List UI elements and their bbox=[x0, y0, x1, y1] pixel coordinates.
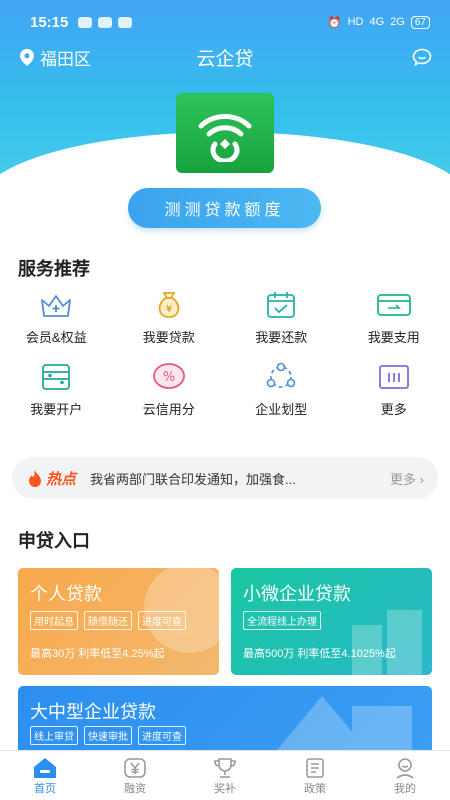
building-decoration bbox=[272, 696, 412, 756]
news-headline: 我省两部门联合印发通知，加强食... bbox=[90, 471, 296, 487]
battery-icon: 67 bbox=[410, 15, 430, 29]
status-bar: 15:15 ⏰ HD 4G 2G 67 bbox=[0, 0, 450, 44]
more-icon bbox=[375, 360, 413, 394]
loan-card-micro-enterprise[interactable]: 小微企业贷款 全流程线上办理 最高500万 利率低至4.1025%起 bbox=[231, 568, 432, 675]
building-decoration bbox=[352, 610, 422, 675]
money-bag-icon: ¥ bbox=[150, 288, 188, 322]
loan-card-large-enterprise[interactable]: 大中型企业贷款 线上审贷 快速审批 进度可查 bbox=[18, 686, 432, 756]
chevron-right-icon: › bbox=[419, 471, 424, 487]
tab-subsidy[interactable]: 奖补 bbox=[180, 751, 270, 800]
service-credit-score[interactable]: % 云信用分 bbox=[113, 360, 226, 420]
percent-icon: % bbox=[150, 360, 188, 394]
tab-label: 首页 bbox=[34, 782, 56, 795]
location-label: 福田区 bbox=[40, 49, 91, 69]
loan-card-tags: 线上审贷 快速审批 进度可查 bbox=[30, 726, 186, 745]
tab-label: 奖补 bbox=[214, 782, 236, 795]
location-pin-icon bbox=[20, 48, 34, 66]
bottom-tab-bar: 首页 融资 奖补 政策 我的 bbox=[0, 750, 450, 800]
service-more[interactable]: 更多 bbox=[338, 360, 450, 420]
tab-label: 融资 bbox=[124, 782, 146, 795]
battery-level: 67 bbox=[414, 16, 426, 28]
location-selector[interactable]: 福田区 bbox=[20, 45, 91, 70]
wifi-coin-icon bbox=[198, 114, 252, 162]
service-open-account[interactable]: 我要开户 bbox=[0, 360, 113, 420]
card-transfer-icon bbox=[375, 288, 413, 322]
hot-label: 热点 bbox=[46, 470, 77, 488]
news-ticker[interactable]: 热点 我省两部门联合印发通知，加强食... 更多 › bbox=[12, 457, 438, 499]
loan-card-desc: 最高30万 利率低至4.25%起 bbox=[30, 648, 165, 660]
tab-mine[interactable]: 我的 bbox=[360, 751, 450, 800]
service-enterprise-type[interactable]: 企业划型 bbox=[225, 360, 338, 420]
usb-icon bbox=[118, 16, 133, 28]
status-right: ⏰ HD 4G 2G 67 bbox=[327, 15, 430, 29]
loan-tag: 随借随还 bbox=[84, 611, 132, 630]
loan-card-title: 个人贷款 bbox=[30, 584, 102, 604]
news-more-link[interactable]: 更多 › bbox=[390, 469, 424, 488]
trophy-icon bbox=[212, 756, 238, 780]
loan-tag: 用时起息 bbox=[30, 611, 78, 630]
service-membership[interactable]: 会员&权益 bbox=[0, 288, 113, 348]
signal-4g: 4G bbox=[369, 16, 385, 28]
top-nav: 福田区 云企贷 bbox=[0, 40, 450, 74]
loan-tag: 线上审贷 bbox=[30, 726, 78, 745]
notification-icon bbox=[78, 16, 93, 28]
home-icon bbox=[32, 756, 58, 780]
loan-card-personal[interactable]: 个人贷款 用时起息 随借随还 进度可查 最高30万 利率低至4.25%起 bbox=[18, 568, 219, 675]
service-label: 企业划型 bbox=[255, 402, 308, 417]
svg-text:%: % bbox=[163, 370, 175, 385]
hot-badge: 热点 bbox=[28, 468, 76, 489]
tab-finance[interactable]: 融资 bbox=[90, 751, 180, 800]
signal-2g: 2G bbox=[390, 16, 405, 28]
service-withdraw[interactable]: 我要支用 bbox=[338, 288, 450, 348]
loan-card-title: 小微企业贷款 bbox=[243, 584, 351, 604]
service-label: 会员&权益 bbox=[25, 330, 87, 345]
alarm-icon: ⏰ bbox=[327, 16, 342, 29]
quota-check-button[interactable]: 测测贷款额度 bbox=[128, 188, 321, 228]
loan-card-tags: 全流程线上办理 bbox=[243, 611, 321, 630]
account-icon bbox=[37, 360, 75, 394]
fire-icon bbox=[29, 469, 41, 487]
loan-entry-title: 申贷入口 bbox=[18, 531, 90, 551]
crown-icon bbox=[37, 288, 75, 322]
document-icon bbox=[302, 756, 328, 780]
loan-tag: 进度可查 bbox=[138, 726, 186, 745]
user-icon bbox=[392, 756, 418, 780]
services-title: 服务推荐 bbox=[18, 259, 90, 279]
service-label: 我要还款 bbox=[255, 330, 308, 345]
service-label: 我要开户 bbox=[30, 402, 83, 417]
svg-text:¥: ¥ bbox=[166, 304, 172, 315]
yuan-icon bbox=[122, 756, 148, 780]
service-label: 我要支用 bbox=[367, 330, 420, 345]
network-icon bbox=[262, 360, 300, 394]
loan-card-desc: 最高500万 利率低至4.1025%起 bbox=[243, 648, 396, 660]
app-logo bbox=[176, 93, 274, 173]
loan-card-tags: 用时起息 随借随还 进度可查 bbox=[30, 611, 186, 630]
service-label: 更多 bbox=[380, 402, 407, 417]
services-grid: 会员&权益 ¥ 我要贷款 我要还款 我要支用 我要开户 % 云信用分 企业划型 bbox=[0, 288, 450, 420]
service-label: 云信用分 bbox=[142, 402, 195, 417]
loan-card-title: 大中型企业贷款 bbox=[30, 702, 156, 722]
loan-tag: 快速审批 bbox=[84, 726, 132, 745]
android-icon bbox=[98, 16, 113, 28]
loan-tag: 全流程线上办理 bbox=[243, 611, 321, 630]
service-repay[interactable]: 我要还款 bbox=[225, 288, 338, 348]
calendar-check-icon bbox=[262, 288, 300, 322]
tab-home[interactable]: 首页 bbox=[0, 751, 90, 800]
service-loan[interactable]: ¥ 我要贷款 bbox=[113, 288, 226, 348]
tab-policy[interactable]: 政策 bbox=[270, 751, 360, 800]
service-label: 我要贷款 bbox=[142, 330, 195, 345]
message-icon[interactable] bbox=[412, 48, 432, 71]
status-time: 15:15 bbox=[30, 13, 69, 31]
tab-label: 政策 bbox=[304, 782, 326, 795]
loan-tag: 进度可查 bbox=[138, 611, 186, 630]
tab-label: 我的 bbox=[394, 782, 416, 795]
news-more-label: 更多 bbox=[390, 471, 417, 487]
network-label: HD bbox=[347, 16, 364, 28]
